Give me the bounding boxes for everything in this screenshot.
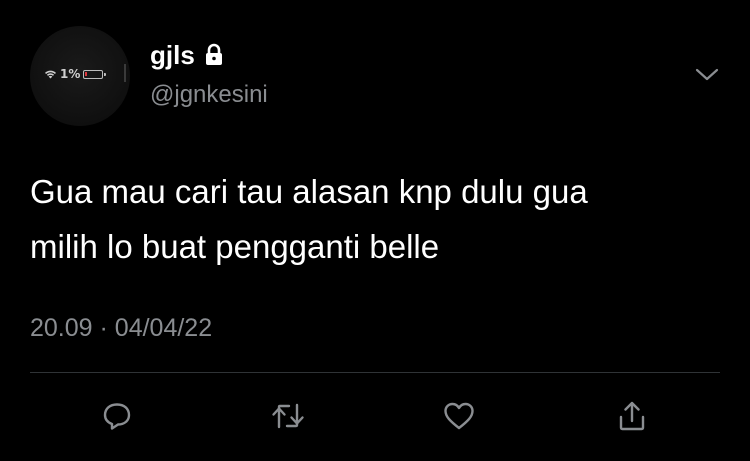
author-handle[interactable]: @jgnkesini	[150, 80, 268, 110]
tweet-text-line-1: Gua mau cari tau alasan knp dulu gua	[30, 173, 588, 210]
author-name-row: gjls	[150, 40, 225, 70]
retweet-icon	[270, 400, 306, 432]
tweet-date: 04/04/22	[114, 314, 213, 342]
like-button[interactable]	[439, 396, 479, 436]
reply-icon	[100, 400, 134, 432]
divider	[30, 372, 720, 373]
battery-icon	[83, 69, 107, 79]
chevron-down-icon[interactable]	[694, 64, 720, 84]
share-button[interactable]	[612, 396, 652, 436]
reply-button[interactable]	[97, 396, 137, 436]
avatar-divider	[124, 64, 126, 82]
like-icon	[442, 400, 476, 432]
tweet-time: 20.09	[30, 314, 93, 342]
retweet-button[interactable]	[268, 396, 308, 436]
tweet-timestamp[interactable]: 20.09 · 04/04/22	[30, 312, 212, 344]
battery-percent: 1%	[60, 67, 81, 81]
avatar-status-bar: 1%	[44, 67, 107, 81]
timestamp-separator: ·	[99, 314, 108, 342]
wifi-icon	[44, 69, 57, 79]
lock-icon	[203, 43, 225, 67]
avatar[interactable]: 1%	[30, 26, 130, 126]
tweet-text: Gua mau cari tau alasan knp dulu gua mili…	[30, 164, 720, 274]
share-icon	[616, 399, 648, 433]
display-name[interactable]: gjls	[150, 40, 195, 70]
tweet-text-line-2: milih lo buat pengganti belle	[30, 228, 440, 265]
